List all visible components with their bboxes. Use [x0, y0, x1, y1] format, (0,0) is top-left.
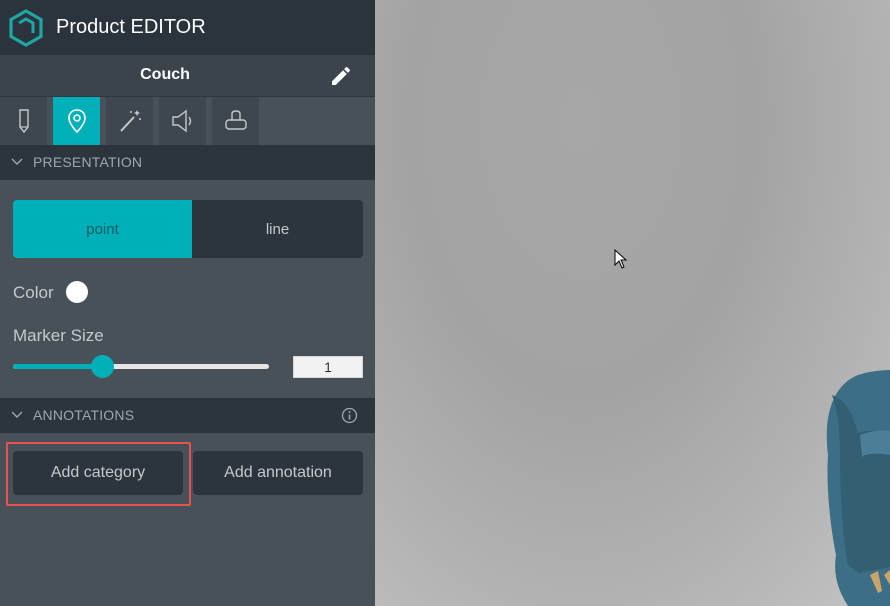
presentation-mode-toggle: point line — [13, 200, 363, 258]
tab-annotate[interactable] — [53, 97, 100, 145]
slider-fill — [13, 364, 103, 369]
color-swatch[interactable] — [66, 281, 88, 303]
magic-wand-icon — [119, 110, 141, 132]
tab-audio[interactable] — [159, 97, 206, 145]
editor-sidebar: Product EDITOR Couch PRESENTATION point … — [0, 0, 375, 606]
add-category-button[interactable]: Add category — [13, 451, 183, 495]
chevron-down-icon — [11, 411, 23, 418]
slider-thumb[interactable] — [91, 355, 115, 378]
color-label: Color — [13, 283, 54, 302]
tab-effects[interactable] — [106, 97, 153, 145]
chevron-down-icon — [11, 158, 23, 165]
couch-model — [826, 370, 890, 606]
pencil-icon — [18, 109, 29, 134]
annotations-section-header[interactable]: ANNOTATIONS — [0, 398, 375, 433]
info-icon[interactable] — [341, 407, 358, 424]
vr-headset-icon — [224, 110, 247, 130]
point-option-button[interactable]: point — [13, 200, 192, 258]
app-title: Product EDITOR — [56, 16, 206, 38]
tool-tabs — [0, 97, 375, 145]
annotations-header-label: ANNOTATIONS — [33, 407, 135, 423]
marker-size-label: Marker Size — [13, 326, 104, 345]
add-annotation-button[interactable]: Add annotation — [193, 451, 363, 495]
mouse-cursor-icon — [614, 249, 628, 269]
line-option-button[interactable]: line — [192, 200, 363, 258]
presentation-section-header[interactable]: PRESENTATION — [0, 145, 375, 180]
tab-vr[interactable] — [212, 97, 259, 145]
app-header: Product EDITOR — [0, 0, 375, 55]
speaker-icon — [171, 109, 191, 133]
location-pin-icon — [67, 109, 86, 134]
tab-edit[interactable] — [0, 97, 47, 145]
presentation-header-label: PRESENTATION — [33, 154, 143, 170]
product-bar: Couch — [0, 55, 375, 97]
marker-size-slider[interactable] — [13, 364, 269, 369]
marker-size-input[interactable] — [293, 356, 363, 378]
app-logo-icon — [9, 9, 43, 47]
product-name: Couch — [140, 66, 190, 83]
3d-viewport[interactable] — [375, 0, 890, 606]
edit-pencil-icon[interactable] — [329, 64, 353, 88]
